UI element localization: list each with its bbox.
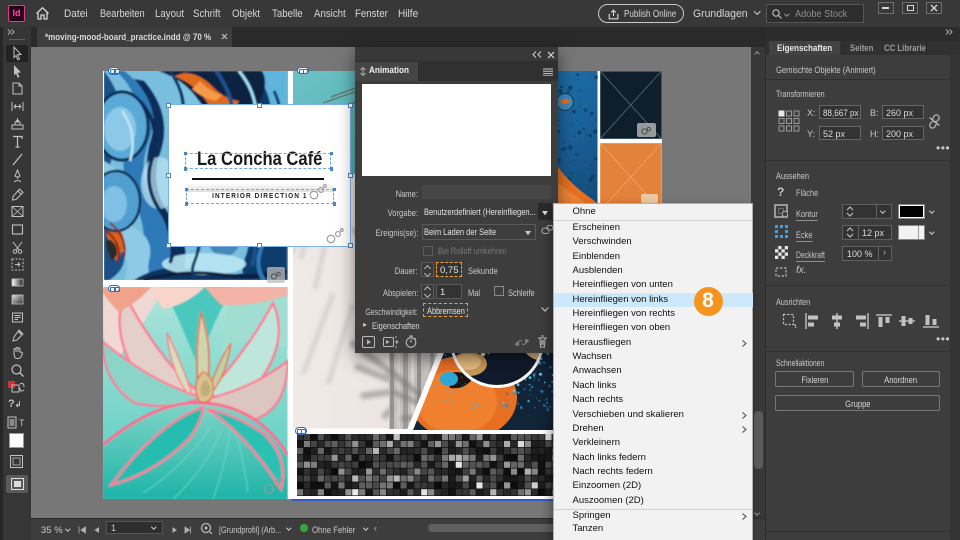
svg-text:T: T [19, 418, 25, 428]
